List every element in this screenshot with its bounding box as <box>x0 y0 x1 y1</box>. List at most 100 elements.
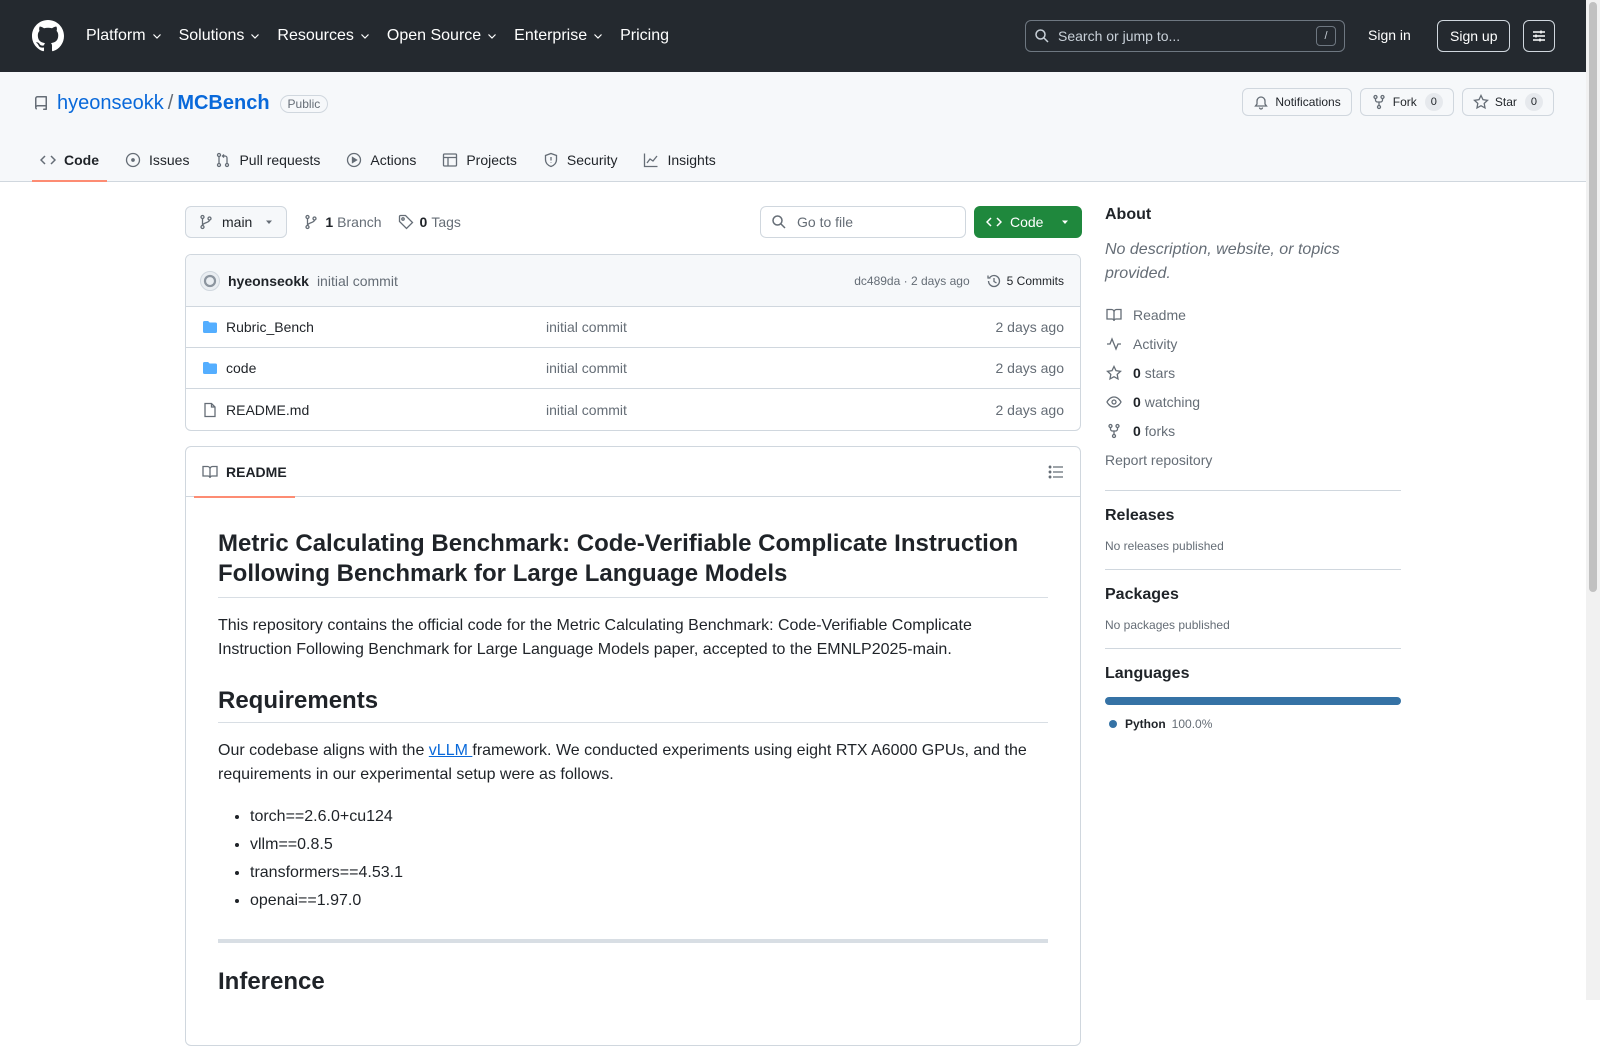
divider <box>218 939 1048 943</box>
repo-title: hyeonseokk / MCBench Public <box>33 92 329 115</box>
nav-enterprise[interactable]: Enterprise <box>514 27 604 45</box>
branch-name: main <box>222 214 253 230</box>
activity-link[interactable]: Activity <box>1105 329 1401 358</box>
list-item: vllm==0.8.5 <box>250 831 1048 859</box>
chevron-down-icon <box>152 34 161 39</box>
report-repository-link[interactable]: Report repository <box>1105 445 1401 474</box>
about-description: No description, website, or topics provi… <box>1105 241 1340 282</box>
branch-count: 1 <box>325 214 334 230</box>
fork-icon <box>1373 94 1385 110</box>
commit-hash-time[interactable]: dc489da · 2 days ago <box>854 274 969 288</box>
chevron-down-icon <box>488 34 497 39</box>
releases-empty-text: No releases published <box>1105 539 1224 553</box>
tab-insights[interactable]: Insights <box>635 138 723 182</box>
requirements-list: torch==2.6.0+cu124 vllm==0.8.5 transform… <box>250 803 1048 915</box>
branch-select-button[interactable]: main <box>185 206 288 238</box>
fork-button[interactable]: Fork 0 <box>1359 88 1454 116</box>
scrollbar-thumb[interactable] <box>1589 2 1597 592</box>
nav-resources[interactable]: Resources <box>277 27 370 45</box>
tab-insights-label: Insights <box>667 152 716 168</box>
eye-icon <box>1106 395 1122 408</box>
branches-link[interactable]: 1 Branch <box>303 214 382 230</box>
table-row[interactable]: code initial commit 2 days ago <box>186 348 1080 389</box>
commits-count-label: 5 Commits <box>1006 273 1064 288</box>
shield-icon <box>544 152 558 168</box>
forks-link[interactable]: 0 forks <box>1105 416 1401 445</box>
sign-in-link[interactable]: Sign in <box>1368 27 1411 43</box>
book-icon <box>202 465 218 478</box>
code-dropdown-button[interactable]: Code <box>974 206 1082 238</box>
language-percent: 100.0% <box>1171 717 1213 731</box>
tab-pull-requests-label: Pull requests <box>239 152 321 168</box>
repo-name-link[interactable]: MCBench <box>177 92 269 115</box>
activity-link-label: Activity <box>1133 335 1178 352</box>
language-name: Python <box>1125 717 1166 731</box>
packages-empty-text: No packages published <box>1105 618 1230 632</box>
star-button[interactable]: Star 0 <box>1461 88 1554 116</box>
tab-readme[interactable]: README <box>194 447 295 498</box>
play-circle-icon <box>347 152 362 168</box>
file-commit-message[interactable]: initial commit <box>546 360 627 376</box>
file-name-link[interactable]: code <box>226 360 546 376</box>
file-name-link[interactable]: Rubric_Bench <box>226 319 546 335</box>
nav-pricing[interactable]: Pricing <box>620 27 669 45</box>
nav-solutions[interactable]: Solutions <box>179 27 262 45</box>
commits-link[interactable]: 5 Commits <box>986 273 1064 289</box>
global-search-input[interactable]: Search or jump to... / <box>1025 20 1345 52</box>
chevron-down-icon <box>251 34 260 39</box>
packages-heading[interactable]: Packages <box>1105 586 1401 604</box>
notifications-label: Notifications <box>1275 95 1341 109</box>
notifications-button[interactable]: Notifications <box>1242 88 1352 116</box>
tab-security-label: Security <box>566 152 618 168</box>
tab-actions[interactable]: Actions <box>338 138 424 182</box>
search-placeholder: Search or jump to... <box>1058 28 1181 44</box>
tab-projects[interactable]: Projects <box>434 138 525 182</box>
table-row[interactable]: Rubric_Bench initial commit 2 days ago <box>186 307 1080 348</box>
language-item[interactable]: Python 100.0% <box>1105 717 1401 731</box>
language-bar <box>1105 697 1401 705</box>
file-toolbar: main 1 Branch 0 Tags Go to file Code <box>185 206 1082 238</box>
tags-link[interactable]: 0 Tags <box>398 214 461 230</box>
sign-up-button[interactable]: Sign up <box>1437 20 1511 52</box>
file-commit-message[interactable]: initial commit <box>546 319 627 335</box>
file-icon <box>204 402 216 417</box>
tab-pull-requests[interactable]: Pull requests <box>207 138 328 182</box>
commit-message-link[interactable]: initial commit <box>317 273 398 289</box>
watching-link[interactable]: 0 watching <box>1105 387 1401 416</box>
bell-icon <box>1254 96 1269 110</box>
tab-issues[interactable]: Issues <box>117 138 197 182</box>
releases-heading[interactable]: Releases <box>1105 507 1401 525</box>
table-row[interactable]: README.md initial commit 2 days ago <box>186 389 1080 430</box>
list-item: openai==1.97.0 <box>250 887 1048 915</box>
folder-icon <box>203 362 217 374</box>
go-to-file-input[interactable]: Go to file <box>760 206 966 238</box>
vllm-link[interactable]: vLLM <box>429 742 473 759</box>
file-commit-message[interactable]: initial commit <box>546 402 627 418</box>
list-icon[interactable] <box>1048 464 1064 480</box>
folder-icon <box>203 321 217 333</box>
tab-code[interactable]: Code <box>32 138 107 182</box>
branch-icon <box>200 214 212 230</box>
nav-platform[interactable]: Platform <box>86 27 163 45</box>
tab-issues-label: Issues <box>149 152 190 168</box>
repo-owner-link[interactable]: hyeonseokk <box>57 92 164 115</box>
commit-author-link[interactable]: hyeonseokk <box>228 273 309 289</box>
stars-link[interactable]: 0 stars <box>1105 358 1401 387</box>
nav-solutions-label: Solutions <box>178 27 245 44</box>
forks-count: 0 <box>1133 422 1141 439</box>
github-logo-icon[interactable] <box>32 20 64 52</box>
file-name-link[interactable]: README.md <box>226 402 546 418</box>
search-icon <box>772 215 786 229</box>
page-scrollbar[interactable] <box>1586 0 1600 1000</box>
fork-icon <box>1108 423 1120 438</box>
avatar[interactable] <box>200 270 220 291</box>
book-icon <box>1106 308 1122 321</box>
tab-actions-label: Actions <box>370 152 417 168</box>
settings-menu-button[interactable] <box>1523 20 1555 52</box>
readme-link[interactable]: Readme <box>1105 300 1401 329</box>
code-button-label: Code <box>1010 214 1044 230</box>
tab-security[interactable]: Security <box>535 138 626 182</box>
nav-open-source[interactable]: Open Source <box>387 27 498 45</box>
releases-section: Releases No releases published <box>1105 490 1401 553</box>
main-content: main 1 Branch 0 Tags Go to file Code hye… <box>185 206 1082 1046</box>
